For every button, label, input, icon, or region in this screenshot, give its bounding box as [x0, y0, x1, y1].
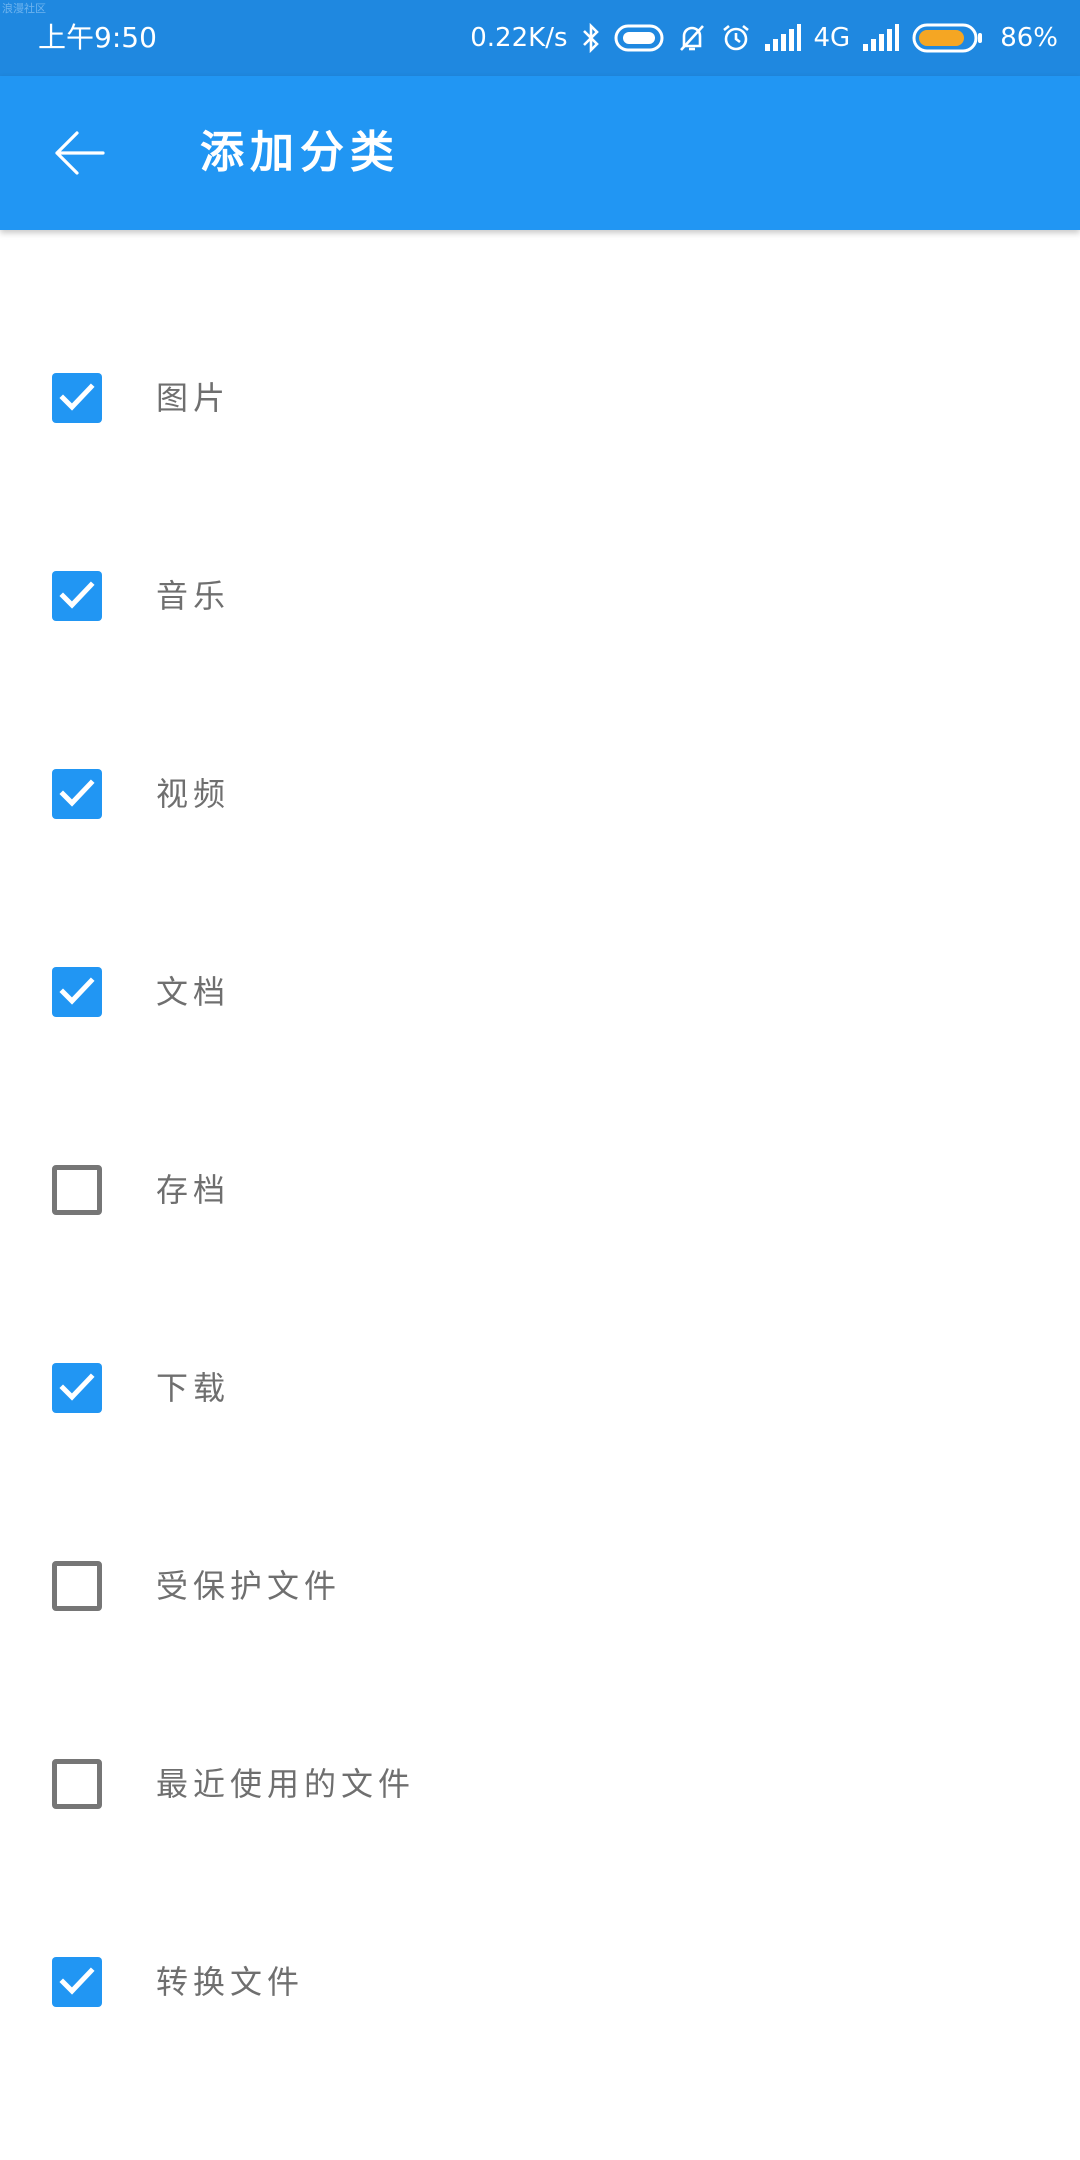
checkbox-unchecked[interactable]: [52, 1759, 102, 1809]
bluetooth-icon: [580, 22, 602, 54]
watermark: 浪漫社区: [2, 2, 46, 15]
category-row[interactable]: 音乐: [0, 522, 1080, 662]
category-row[interactable]: 视频: [0, 720, 1080, 860]
network-speed: 0.22K/s: [470, 23, 568, 53]
category-row[interactable]: 文档: [0, 918, 1080, 1058]
check-icon: [59, 779, 95, 807]
signal-icon: [862, 24, 900, 52]
network-type: 4G: [813, 23, 851, 53]
category-row[interactable]: 存档: [0, 1116, 1080, 1256]
check-icon: [59, 581, 95, 609]
checkbox-checked[interactable]: [52, 571, 102, 621]
category-label: 音乐: [156, 577, 231, 615]
category-label: 转换文件: [156, 1963, 305, 2001]
category-label: 最近使用的文件: [156, 1765, 416, 1803]
check-icon: [59, 383, 95, 411]
category-row[interactable]: 转换文件: [0, 1908, 1080, 2048]
vpn-pill-icon: [614, 23, 664, 53]
arrow-left-icon: [55, 131, 105, 175]
status-time: 上午9:50: [38, 21, 157, 54]
checkbox-checked[interactable]: [52, 769, 102, 819]
page-title: 添加分类: [200, 127, 400, 178]
check-icon: [59, 977, 95, 1005]
check-icon: [59, 1967, 95, 1995]
status-bar: 浪漫社区 上午9:50 0.22K/s 4G 86%: [0, 0, 1080, 76]
checkbox-checked[interactable]: [52, 967, 102, 1017]
checkbox-unchecked[interactable]: [52, 1165, 102, 1215]
app-bar: 添加分类: [0, 76, 1080, 230]
battery-icon: [912, 22, 984, 54]
checkbox-unchecked[interactable]: [52, 1561, 102, 1611]
category-row[interactable]: 最近使用的文件: [0, 1710, 1080, 1850]
checkbox-checked[interactable]: [52, 1363, 102, 1413]
category-label: 视频: [156, 775, 231, 813]
category-label: 存档: [156, 1171, 231, 1209]
back-button[interactable]: [40, 114, 118, 192]
checkbox-checked[interactable]: [52, 373, 102, 423]
mute-bell-icon: [676, 22, 708, 54]
status-icons: 0.22K/s 4G 86%: [470, 18, 1058, 58]
category-row[interactable]: 受保护文件: [0, 1512, 1080, 1652]
category-label: 文档: [156, 973, 231, 1011]
category-label: 图片: [156, 379, 231, 417]
category-label: 下载: [156, 1369, 231, 1407]
checkbox-checked[interactable]: [52, 1957, 102, 2007]
check-icon: [59, 1373, 95, 1401]
category-row[interactable]: 图片: [0, 324, 1080, 464]
signal-icon: [764, 24, 802, 52]
category-row[interactable]: 下载: [0, 1314, 1080, 1454]
battery-percent: 86%: [1000, 23, 1058, 53]
alarm-icon: [720, 22, 752, 54]
category-label: 受保护文件: [156, 1567, 342, 1605]
